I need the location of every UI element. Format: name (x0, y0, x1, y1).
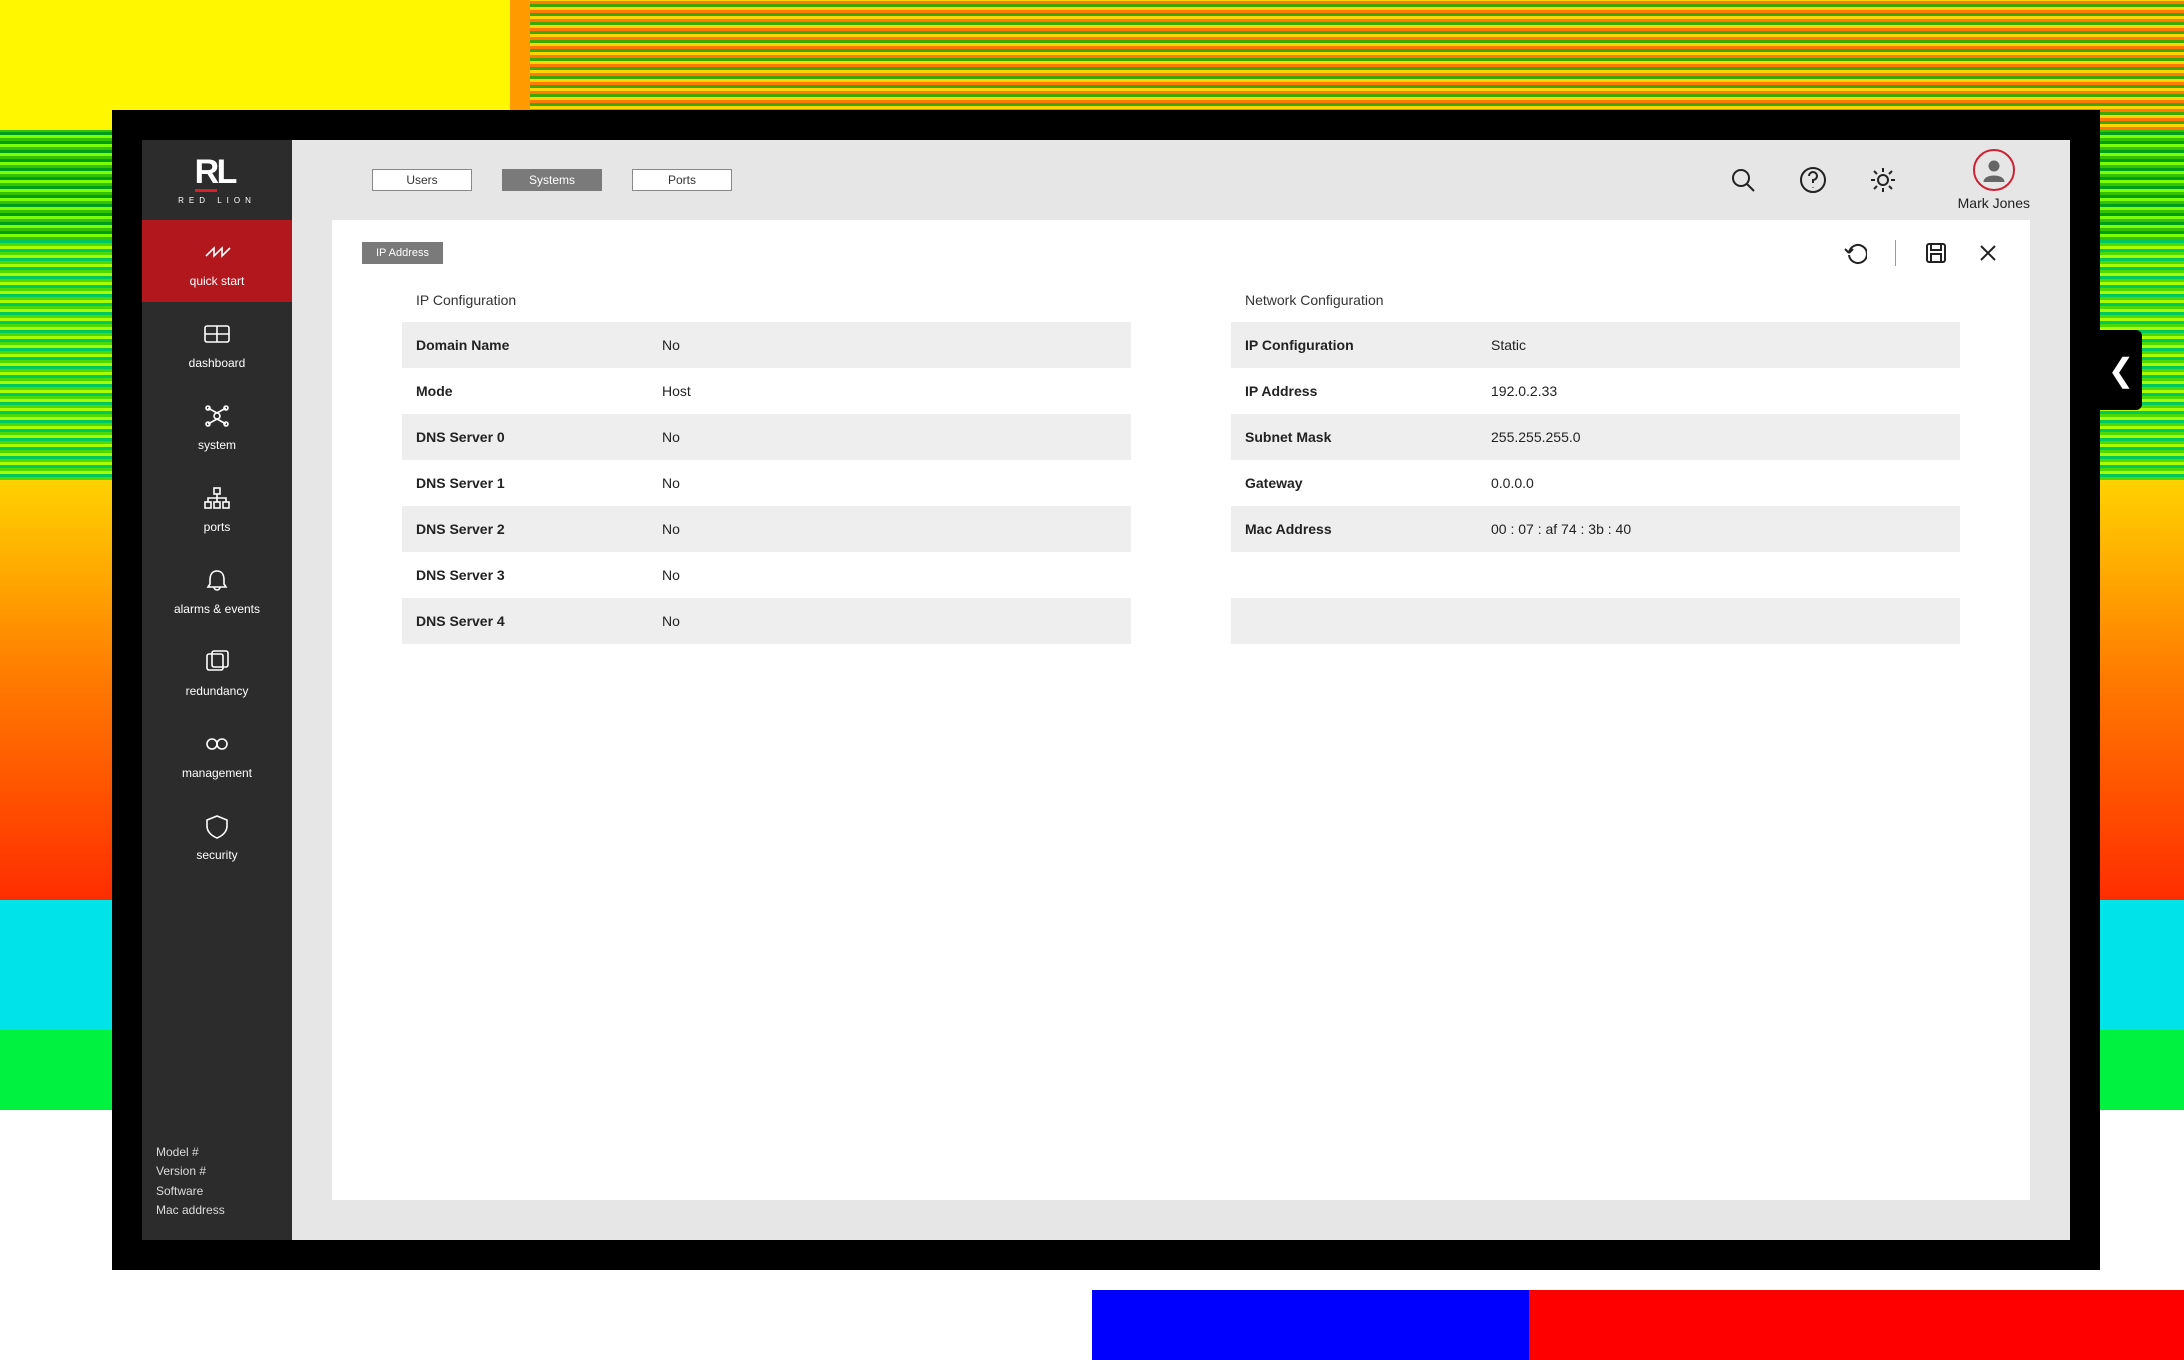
brand-logo: RL RED LION (142, 140, 292, 220)
sidebar-item-label: quick start (190, 274, 245, 288)
topbar: Users Systems Ports Mark Jones (292, 140, 2070, 220)
sidebar-nav: quick start dashboard system ports alarm… (142, 220, 292, 876)
footer-line: Version # (156, 1162, 278, 1181)
net-config-column: Network Configuration IP ConfigurationSt… (1231, 286, 1960, 644)
save-icon[interactable] (1924, 241, 1948, 265)
row-value: Static (1491, 337, 1526, 353)
sidebar-item-dashboard[interactable]: dashboard (142, 302, 292, 384)
row-key: DNS Server 3 (402, 567, 662, 583)
row-key: DNS Server 4 (402, 613, 662, 629)
card-actions (1843, 240, 2000, 266)
system-icon (202, 402, 232, 430)
tab-systems[interactable]: Systems (502, 169, 602, 191)
sidebar-item-label: security (196, 848, 237, 862)
table-row: IP ConfigurationStatic (1231, 322, 1960, 368)
row-value: 00 : 07 : af 74 : 3b : 40 (1491, 521, 1631, 537)
sidebar-item-system[interactable]: system (142, 384, 292, 466)
content-card: IP Address IP Configuration Domain NameN… (332, 220, 2030, 1200)
table-row: Mac Address00 : 07 : af 74 : 3b : 40 (1231, 506, 1960, 552)
row-key: DNS Server 0 (402, 429, 662, 445)
row-value: 0.0.0.0 (1491, 475, 1534, 491)
divider (1895, 240, 1896, 266)
help-icon[interactable] (1798, 165, 1828, 195)
person-icon (1982, 158, 2006, 182)
row-key: Mac Address (1231, 521, 1491, 537)
table-row (1231, 552, 1960, 598)
table-row: DNS Server 1No (402, 460, 1131, 506)
shield-icon (202, 812, 232, 840)
main-panel: Users Systems Ports Mark Jones IP Addr (292, 140, 2070, 1240)
tab-ports[interactable]: Ports (632, 169, 732, 191)
subtab-row: IP Address (362, 240, 2000, 266)
table-row: ModeHost (402, 368, 1131, 414)
user-menu[interactable]: Mark Jones (1958, 149, 2030, 211)
row-key: Mode (402, 383, 662, 399)
row-key: Domain Name (402, 337, 662, 353)
drawer-handle[interactable]: ❮ (2100, 330, 2142, 410)
row-value: No (662, 337, 680, 353)
redundancy-icon (202, 648, 232, 676)
footer-line: Mac address (156, 1201, 278, 1220)
sidebar-item-label: alarms & events (174, 602, 260, 616)
table-row: IP Address192.0.2.33 (1231, 368, 1960, 414)
table-row: DNS Server 0No (402, 414, 1131, 460)
brand-mark: RL (195, 155, 240, 192)
management-icon (202, 730, 232, 758)
sidebar-item-label: system (198, 438, 236, 452)
column-title: Network Configuration (1245, 292, 1960, 308)
tab-users[interactable]: Users (372, 169, 472, 191)
row-value: 255.255.255.0 (1491, 429, 1581, 445)
avatar (1973, 149, 2015, 191)
row-key: Subnet Mask (1231, 429, 1491, 445)
ip-config-column: IP Configuration Domain NameNoModeHostDN… (402, 286, 1131, 644)
column-title: IP Configuration (416, 292, 1131, 308)
table-row: DNS Server 2No (402, 506, 1131, 552)
footer-line: Model # (156, 1143, 278, 1162)
table-row (1231, 598, 1960, 644)
sidebar-item-security[interactable]: security (142, 794, 292, 876)
sidebar-item-alarms[interactable]: alarms & events (142, 548, 292, 630)
row-key: IP Address (1231, 383, 1491, 399)
row-value: No (662, 521, 680, 537)
search-icon[interactable] (1728, 165, 1758, 195)
sidebar-footer: Model # Version # Software Mac address (142, 1143, 292, 1220)
sidebar-item-label: redundancy (186, 684, 249, 698)
footer-line: Software (156, 1182, 278, 1201)
bell-icon (202, 566, 232, 594)
row-key: Gateway (1231, 475, 1491, 491)
table-row: Subnet Mask255.255.255.0 (1231, 414, 1960, 460)
dashboard-icon (202, 320, 232, 348)
sidebar-item-management[interactable]: management (142, 712, 292, 794)
row-key: DNS Server 2 (402, 521, 662, 537)
ports-icon (202, 484, 232, 512)
quick-start-icon (202, 238, 232, 266)
undo-icon[interactable] (1843, 241, 1867, 265)
row-value: No (662, 567, 680, 583)
sidebar: RL RED LION quick start dashboard system (142, 140, 292, 1240)
row-value: No (662, 475, 680, 491)
sidebar-item-label: ports (204, 520, 231, 534)
gear-icon[interactable] (1868, 165, 1898, 195)
user-name: Mark Jones (1958, 195, 2030, 211)
table-row: Gateway0.0.0.0 (1231, 460, 1960, 506)
sidebar-item-label: management (182, 766, 252, 780)
subtab-ip-address[interactable]: IP Address (362, 242, 443, 264)
row-key: DNS Server 1 (402, 475, 662, 491)
table-row: DNS Server 4No (402, 598, 1131, 644)
row-value: 192.0.2.33 (1491, 383, 1557, 399)
sidebar-item-quick-start[interactable]: quick start (142, 220, 292, 302)
row-value: Host (662, 383, 691, 399)
close-icon[interactable] (1976, 241, 2000, 265)
table-row: Domain NameNo (402, 322, 1131, 368)
app-frame: ❮ RL RED LION quick start dashboard syst (112, 110, 2100, 1270)
table-row: DNS Server 3No (402, 552, 1131, 598)
sidebar-item-redundancy[interactable]: redundancy (142, 630, 292, 712)
row-value: No (662, 429, 680, 445)
top-tabs: Users Systems Ports (372, 169, 732, 191)
sidebar-item-label: dashboard (189, 356, 246, 370)
sidebar-item-ports[interactable]: ports (142, 466, 292, 548)
row-value: No (662, 613, 680, 629)
row-key: IP Configuration (1231, 337, 1491, 353)
brand-sub: RED LION (178, 196, 256, 205)
